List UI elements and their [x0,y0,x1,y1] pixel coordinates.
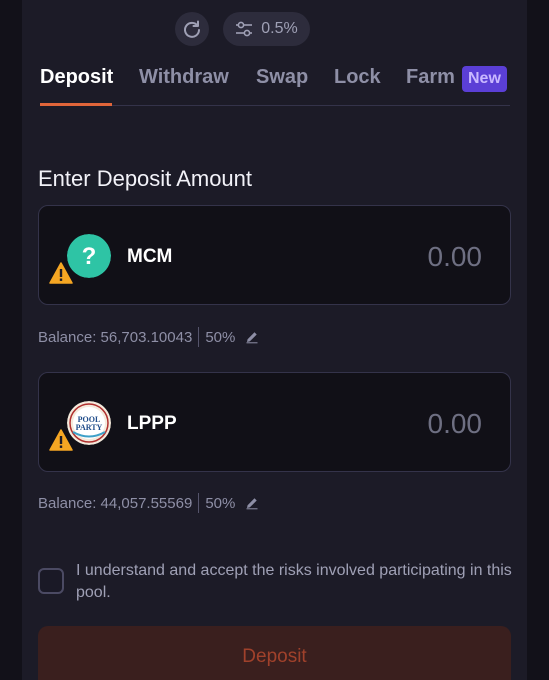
token-input-lppp: POOL PARTY LPPP [38,372,511,472]
tab-withdraw[interactable]: Withdraw [139,66,229,89]
balance-label: Balance: [38,328,97,346]
amount-input[interactable] [322,405,482,443]
top-controls: 0.5% [0,12,549,46]
tab-bar: Deposit Withdraw Swap Lock Farm New [40,62,510,106]
balance-value[interactable]: 44,057.55569 [101,495,193,512]
pencil-icon[interactable] [245,496,259,510]
tab-lock[interactable]: Lock [334,66,381,89]
tab-swap[interactable]: Swap [256,66,308,89]
token-symbol: LPPP [127,413,177,434]
risk-consent-checkbox[interactable] [38,568,64,594]
half-percent-button[interactable]: 50% [205,495,235,512]
active-tab-indicator [40,103,112,106]
half-percent-button[interactable]: 50% [205,329,235,346]
token-input-mcm: ? MCM [38,205,511,305]
slippage-button[interactable]: 0.5% [223,12,310,46]
balance-row-lppp: Balance: 44,057.55569 50% [38,493,259,513]
pool-party-logo: POOL PARTY [67,401,111,445]
new-badge: New [462,66,507,92]
svg-text:PARTY: PARTY [76,423,103,432]
pencil-icon[interactable] [245,330,259,344]
sliders-icon [236,21,253,37]
balance-row-mcm: Balance: 56,703.10043 50% [38,327,259,347]
refresh-button[interactable] [175,12,210,46]
slippage-value: 0.5% [261,20,298,37]
divider [198,493,200,513]
warning-icon [49,262,73,284]
question-mark-icon: ? [67,234,111,278]
balance-label: Balance: [38,494,97,512]
tab-deposit[interactable]: Deposit [40,66,113,89]
tab-farm[interactable]: Farm [406,66,455,89]
balance-value[interactable]: 56,703.10043 [101,329,193,346]
amount-input[interactable] [322,238,482,276]
risk-consent-text: I understand and accept the risks involv… [76,562,512,601]
svg-text:?: ? [82,243,97,270]
warning-icon [49,429,73,451]
refresh-icon [184,20,201,38]
section-title: Enter Deposit Amount [38,166,253,191]
deposit-button[interactable]: Deposit [38,626,511,680]
divider [198,327,200,347]
token-symbol: MCM [127,246,173,267]
